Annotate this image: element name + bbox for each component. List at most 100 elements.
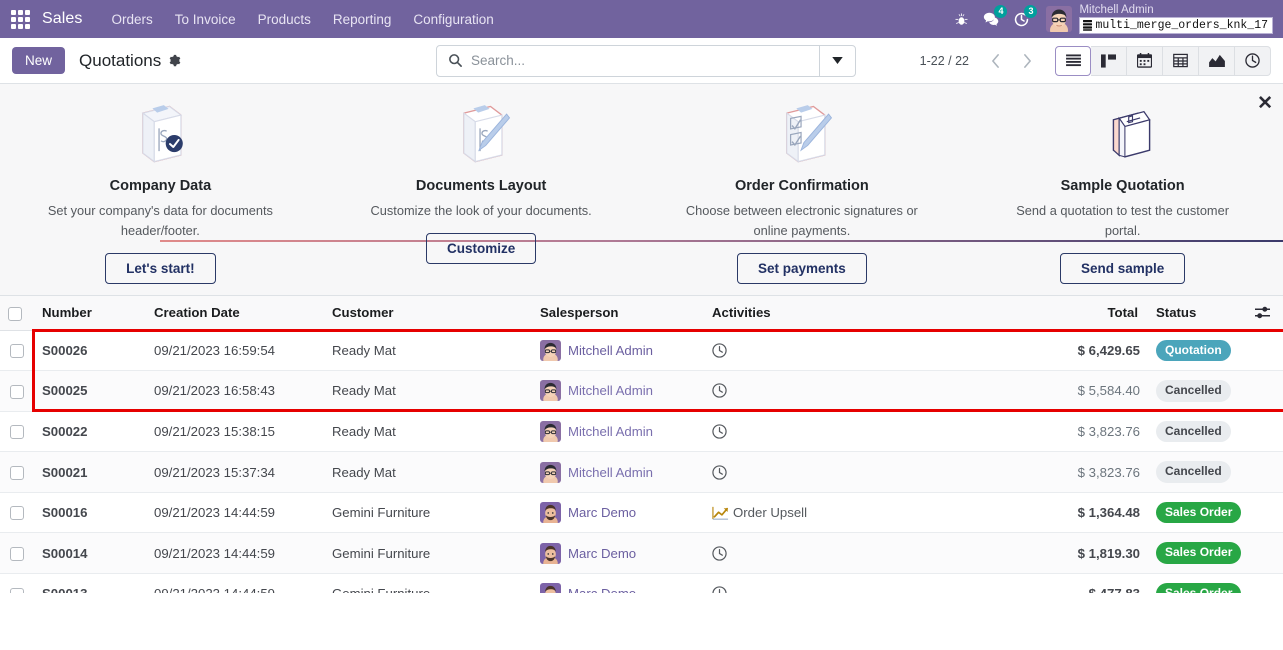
mitchell-avatar	[540, 461, 561, 483]
onboarding-step-documents-layout: Documents Layout Customize the look of y…	[321, 96, 642, 295]
table-row[interactable]: S00022 09/21/2023 15:38:15 Ready Mat Mit…	[0, 411, 1283, 453]
activities-clock-icon[interactable]: 3	[1006, 4, 1038, 34]
marc-avatar	[540, 542, 561, 564]
new-button[interactable]: New	[12, 47, 66, 74]
pager-next-button[interactable]	[1011, 47, 1043, 75]
gear-icon[interactable]	[168, 54, 181, 67]
column-header-activities[interactable]: Activities	[704, 296, 1056, 331]
cell-number: S00013	[34, 573, 146, 593]
send-sample-button[interactable]: Send sample	[1059, 252, 1186, 284]
customize-button[interactable]: Customize	[425, 232, 537, 264]
clock-icon[interactable]	[712, 383, 727, 399]
column-header-total[interactable]: Total	[1056, 296, 1148, 331]
cell-total: $ 477.83	[1056, 573, 1148, 593]
step-description: Send a quotation to test the customer po…	[1016, 203, 1229, 238]
cell-activities	[704, 573, 1056, 593]
column-header-status[interactable]: Status	[1148, 296, 1247, 331]
column-header-creation-date[interactable]: Creation Date	[146, 296, 324, 331]
apps-grid-icon[interactable]	[8, 7, 32, 31]
step-description: Set your company's data for documents he…	[47, 203, 273, 238]
search-input[interactable]	[471, 53, 819, 68]
kanban-view-icon[interactable]	[1091, 45, 1127, 76]
menu-orders[interactable]: Orders	[101, 4, 164, 35]
pivot-view-icon[interactable]	[1163, 45, 1199, 76]
step-title: Company Data	[109, 178, 212, 194]
row-checkbox[interactable]	[10, 587, 24, 593]
table-row[interactable]: S00014 09/21/2023 14:44:59 Gemini Furnit…	[0, 532, 1283, 575]
clock-icon[interactable]	[712, 424, 727, 439]
cell-activities	[704, 330, 1056, 372]
chevron-down-icon[interactable]	[819, 45, 855, 76]
mitchell-avatar	[540, 421, 561, 442]
app-brand-sales[interactable]: Sales	[42, 10, 83, 28]
status-badge: Sales Order	[1156, 583, 1242, 593]
bug-icon[interactable]	[946, 4, 976, 34]
status-badge: Sales Order	[1156, 501, 1242, 524]
cell-customer: Gemini Furniture	[324, 532, 532, 575]
cell-creation-date: 09/21/2023 16:58:43	[146, 370, 324, 412]
cell-status: Cancelled	[1148, 370, 1247, 412]
table-row[interactable]: S00021 09/21/2023 15:37:34 Ready Mat Mit…	[0, 451, 1283, 493]
cell-spacer	[1247, 411, 1283, 453]
activity-label: Order Upsell	[733, 505, 808, 521]
cell-customer: Ready Mat	[324, 451, 532, 493]
column-header-number[interactable]: Number	[34, 296, 146, 331]
cell-activities	[704, 532, 1056, 575]
salesperson-name: Marc Demo	[568, 545, 637, 561]
company-data-icon	[122, 96, 198, 174]
cell-customer: Gemini Furniture	[324, 573, 532, 593]
optional-columns-icon[interactable]	[1247, 296, 1283, 331]
column-header-customer[interactable]: Customer	[324, 296, 532, 331]
avatar[interactable]	[1046, 6, 1073, 32]
menu-configuration[interactable]: Configuration	[402, 4, 504, 35]
table-row[interactable]: S00025 09/21/2023 16:58:43 Ready Mat Mit…	[0, 370, 1283, 412]
table-row[interactable]: S00016 09/21/2023 14:44:59 Gemini Furnit…	[0, 492, 1283, 534]
menu-to-invoice[interactable]: To Invoice	[164, 4, 247, 35]
cell-customer: Ready Mat	[324, 370, 532, 412]
clock-icon[interactable]	[712, 464, 727, 480]
row-checkbox[interactable]	[10, 506, 24, 521]
order-confirmation-icon	[764, 96, 840, 174]
column-header-salesperson[interactable]: Salesperson	[532, 296, 704, 331]
messages-icon[interactable]: 4	[976, 4, 1008, 34]
set-payments-button[interactable]: Set payments	[736, 252, 867, 284]
search-box[interactable]	[436, 44, 856, 77]
cell-spacer	[1247, 330, 1283, 372]
control-panel: New Quotations 1-22 / 22	[0, 38, 1283, 84]
menu-products[interactable]: Products	[247, 4, 322, 35]
upsell-chart-icon[interactable]	[712, 506, 729, 520]
table-row[interactable]: S00013 09/21/2023 14:44:59 Gemini Furnit…	[0, 573, 1283, 593]
row-checkbox[interactable]	[10, 425, 24, 440]
calendar-view-icon[interactable]	[1127, 45, 1163, 76]
row-checkbox[interactable]	[10, 465, 24, 480]
cell-creation-date: 09/21/2023 15:37:34	[146, 451, 324, 493]
clock-icon[interactable]	[712, 586, 727, 593]
cell-creation-date: 09/21/2023 14:44:59	[146, 532, 324, 575]
lets-start-button[interactable]: Let's start!	[105, 252, 216, 284]
row-select-cell	[0, 330, 34, 372]
select-all-checkbox[interactable]	[8, 306, 22, 321]
marc-avatar	[540, 583, 561, 593]
database-chip: multi_merge_orders_knk_17	[1079, 17, 1273, 35]
row-checkbox[interactable]	[10, 547, 24, 562]
row-checkbox[interactable]	[10, 344, 24, 359]
menu-reporting[interactable]: Reporting	[322, 4, 403, 35]
mitchell-avatar	[540, 339, 561, 361]
cell-total: $ 3,823.76	[1056, 411, 1148, 453]
clock-icon[interactable]	[712, 343, 727, 358]
row-select-cell	[0, 370, 34, 412]
list-view-icon[interactable]	[1055, 45, 1091, 76]
cell-salesperson: Marc Demo	[532, 573, 704, 593]
user-menu[interactable]: Mitchell Admin multi_merge_orders_knk_17	[1079, 4, 1273, 35]
table-header-row: Number Creation Date Customer Salesperso…	[0, 296, 1283, 331]
activity-view-icon[interactable]	[1235, 45, 1271, 76]
activities-counter: 3	[1024, 5, 1038, 18]
table-row[interactable]: S00026 09/21/2023 16:59:54 Ready Mat Mit…	[0, 330, 1283, 372]
clock-icon[interactable]	[712, 546, 727, 561]
pager-previous-button[interactable]	[979, 47, 1011, 75]
row-select-cell	[0, 492, 34, 534]
graph-view-icon[interactable]	[1199, 45, 1235, 76]
cell-total: $ 1,819.30	[1056, 532, 1148, 575]
row-checkbox[interactable]	[10, 384, 24, 399]
row-select-cell	[0, 573, 34, 593]
